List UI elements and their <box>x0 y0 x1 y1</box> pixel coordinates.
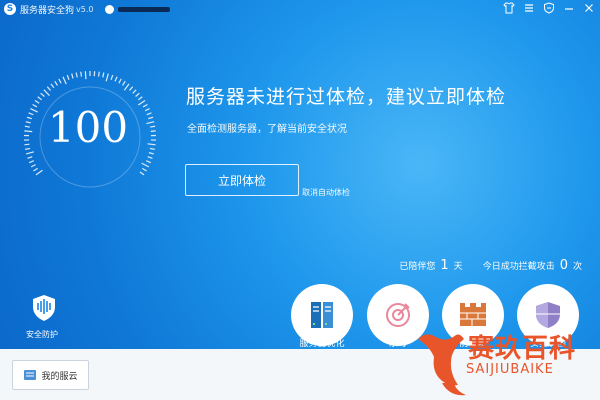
gauge-tick <box>105 73 109 82</box>
user-account[interactable] <box>105 4 171 14</box>
score-value: 100 <box>47 103 129 152</box>
window-controls <box>502 2 596 16</box>
accompany-unit: 天 <box>453 262 463 272</box>
shirt-icon[interactable] <box>502 2 516 16</box>
firewall-icon <box>460 303 486 326</box>
stats-line: 已陪伴您 1 天 今日成功拦截攻击 0 次 <box>399 258 582 273</box>
gauge-tick <box>37 96 43 101</box>
accompany-label: 已陪伴您 <box>399 262 436 272</box>
gauge-tick <box>46 86 51 91</box>
app-logo: S <box>4 3 16 15</box>
gauge-tick <box>132 89 137 94</box>
watermark-brand-latin: SAIJIUBAIKE <box>466 362 554 377</box>
gauge-tick <box>137 96 143 101</box>
gauge-tick <box>62 76 67 85</box>
gauge-tick <box>102 72 105 78</box>
gauge-tick <box>145 160 152 164</box>
gauge-tick <box>129 86 134 91</box>
gauge-tick <box>33 167 39 172</box>
gauge-tick <box>35 169 43 176</box>
gauge-tick <box>97 71 100 77</box>
gauge-tick <box>110 74 114 80</box>
gauge-tick <box>141 162 150 168</box>
server-icon <box>311 302 333 328</box>
cancel-auto-checkup-link[interactable]: 取消自动体检 <box>302 187 350 198</box>
gauge-tick <box>66 74 70 80</box>
title-bar[interactable]: S 服务器安全狗 v5.0 <box>0 0 600 18</box>
gauge-tick <box>58 78 62 84</box>
gauge-tick <box>80 71 83 77</box>
gauge-tick <box>43 89 50 96</box>
app-window: S 服务器安全狗 v5.0 100 服务器未进行过体检，建议立即体检 全面检测服… <box>0 0 600 400</box>
gauge-tick <box>27 156 33 159</box>
security-protection-label: 安全防护 <box>26 330 58 339</box>
gauge-tick <box>84 71 87 80</box>
accompany-days: 1 <box>440 258 449 273</box>
my-cloud-button[interactable]: 我的服云 <box>12 360 89 390</box>
tile-server-optimize[interactable]: 服务器优化 <box>290 284 354 349</box>
security-protection[interactable]: 安全防护 <box>24 294 64 340</box>
shield-pulse-icon <box>33 295 55 321</box>
gauge-tick <box>54 80 58 86</box>
gauge-tick <box>40 92 45 97</box>
gauge-tick <box>122 80 126 86</box>
cloud-server-icon <box>24 370 37 380</box>
gauge-tick <box>123 83 130 91</box>
close-icon[interactable] <box>582 2 596 16</box>
minimize-icon[interactable] <box>562 2 576 16</box>
gauge-tick <box>50 83 55 89</box>
gauge-tick <box>30 164 36 168</box>
tile-server-optimize-label: 服务器优化 <box>299 339 345 349</box>
page-subtitle: 全面检测服务器，了解当前安全状况 <box>187 124 347 135</box>
gauge-tick <box>147 156 153 159</box>
app-title: 服务器安全狗 <box>20 5 75 16</box>
blocked-label: 今日成功拦截攻击 <box>482 262 555 272</box>
gauge-tick <box>75 72 78 78</box>
gauge-tick <box>71 73 74 79</box>
my-cloud-label: 我的服云 <box>41 371 78 382</box>
user-name-redacted <box>118 6 171 12</box>
gauge-tick <box>28 160 35 164</box>
watermark-brand: 赛玖百科 <box>468 334 577 364</box>
gauge-tick <box>141 167 147 172</box>
gauge-tick <box>139 171 145 176</box>
page-headline: 服务器未进行过体检，建议立即体检 <box>186 86 507 108</box>
menu-icon[interactable] <box>522 2 536 16</box>
gauge-tick <box>114 76 118 82</box>
blocked-unit: 次 <box>572 262 582 272</box>
app-version: v5.0 <box>76 4 94 14</box>
shield-icon[interactable] <box>542 2 556 16</box>
start-checkup-button[interactable]: 立即体检 <box>185 164 299 196</box>
target-icon <box>386 303 410 327</box>
shield-icon <box>536 302 560 328</box>
user-avatar-icon[interactable] <box>105 4 115 14</box>
gauge-tick <box>118 78 122 84</box>
gauge-tick <box>135 92 140 97</box>
blocked-count: 0 <box>559 258 568 273</box>
